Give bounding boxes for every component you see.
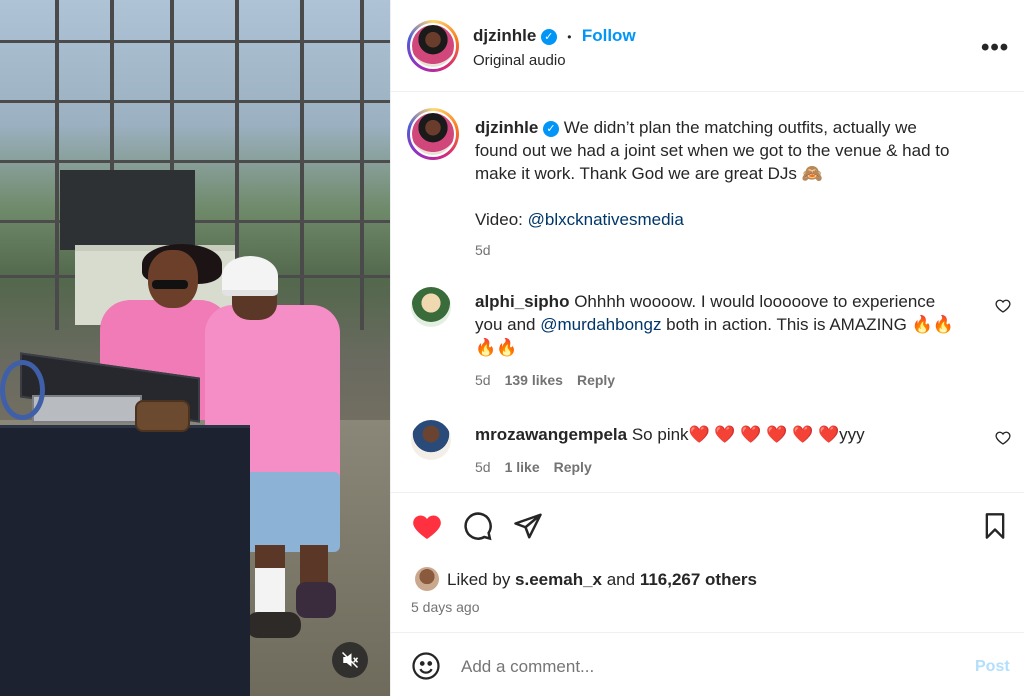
comment-text: 🔥🔥	[475, 338, 518, 357]
comment-item: mrozawangempela So pink❤️ ❤️ ❤️ ❤️ ❤️ ❤️…	[475, 423, 985, 479]
comment-input[interactable]	[461, 653, 941, 681]
commenter-avatar[interactable]	[411, 420, 451, 460]
shoe	[246, 612, 301, 638]
dj-woman-head	[148, 250, 198, 308]
caption: djzinhle ✓ We didn’t plan the matching o…	[475, 116, 1015, 262]
liked-by-user[interactable]: s.eemah_x	[515, 570, 602, 589]
comment-time[interactable]: 5d	[475, 372, 491, 388]
follow-button[interactable]: Follow	[582, 26, 636, 45]
comment-text: both in action. This is AMAZING 🔥🔥	[661, 315, 954, 334]
like-heart-icon[interactable]	[411, 511, 443, 548]
cables	[0, 360, 45, 420]
comment-likes[interactable]: 139 likes	[505, 372, 563, 388]
likes-count[interactable]: 116,267 others	[640, 570, 757, 589]
reply-button[interactable]: Reply	[554, 459, 592, 475]
comment-input-bar: Post	[391, 632, 1024, 696]
mute-button[interactable]	[332, 642, 368, 678]
like-comment-heart-icon[interactable]	[995, 298, 1011, 318]
post-details-panel: djzinhle ✓ • Follow Original audio ••• d…	[390, 0, 1024, 696]
comment-time[interactable]: 5d	[475, 459, 491, 475]
liked-by-mid: and	[602, 570, 640, 589]
comment-mention[interactable]: @murdahbongz	[540, 315, 661, 334]
verified-badge-icon: ✓	[543, 120, 560, 137]
reply-button[interactable]: Reply	[577, 372, 615, 388]
comment-username[interactable]: alphi_sipho	[475, 292, 569, 311]
comment-text: Ohhhh woooow. I would looooove to experi…	[574, 292, 936, 311]
liked-by-prefix: Liked by	[447, 570, 516, 589]
speaker-muted-icon	[341, 651, 359, 669]
emoji-picker-icon[interactable]	[411, 651, 441, 686]
shoe	[296, 582, 336, 618]
comment-item: alphi_sipho Ohhhh woooow. I would looooo…	[475, 290, 985, 392]
caption-text-line: We didn’t plan the matching outfits, act…	[563, 118, 917, 137]
comment-likes[interactable]: 1 like	[505, 459, 540, 475]
post-comment-button[interactable]: Post	[975, 658, 1010, 676]
verified-badge-icon: ✓	[540, 28, 557, 45]
post-actions: Liked by s.eemah_x and 116,267 others 5 …	[391, 492, 1024, 632]
liked-by-summary: Liked by s.eemah_x and 116,267 others	[447, 570, 757, 590]
comment-meta: 5d 139 likes Reply	[475, 369, 985, 392]
caption-username[interactable]: djzinhle	[475, 118, 538, 137]
video-credit-label: Video:	[475, 210, 528, 229]
share-paper-plane-icon[interactable]	[513, 511, 543, 546]
dj-table	[0, 425, 250, 696]
comment-meta: 5d 1 like Reply	[475, 456, 985, 479]
bucket-hat	[222, 256, 278, 296]
comment-text: So pink❤️ ❤️ ❤️ ❤️ ❤️ ❤️yyy	[631, 425, 865, 444]
handbag	[135, 400, 190, 432]
post-header: djzinhle ✓ • Follow Original audio •••	[391, 0, 1024, 92]
leg	[300, 545, 328, 585]
posted-time[interactable]: 5 days ago	[411, 599, 480, 615]
stage-screen	[60, 170, 195, 250]
commenter-avatar[interactable]	[411, 287, 451, 327]
equipment-case	[32, 395, 142, 423]
video-credit-mention[interactable]: @blxcknativesmedia	[528, 210, 684, 229]
comment-bubble-icon[interactable]	[463, 511, 493, 546]
author-username[interactable]: djzinhle	[473, 26, 536, 45]
save-bookmark-icon[interactable]	[981, 511, 1009, 546]
dj-woman-glasses	[152, 280, 188, 289]
caption-text-line: make it work. Thank God we are great DJs…	[475, 164, 823, 183]
caption-text-line: found out we had a joint set when we got…	[475, 141, 950, 160]
comment-username[interactable]: mrozawangempela	[475, 425, 627, 444]
audio-label[interactable]: Original audio	[473, 52, 566, 69]
separator-dot: •	[567, 30, 572, 44]
like-comment-heart-icon[interactable]	[995, 430, 1011, 450]
comment-text: you and	[475, 315, 541, 334]
caption-time[interactable]: 5d	[475, 239, 1015, 262]
liker-avatar[interactable]	[415, 567, 439, 591]
author-avatar[interactable]	[407, 20, 459, 72]
more-options-icon[interactable]: •••	[981, 34, 1009, 62]
caption-author-avatar[interactable]	[407, 108, 459, 160]
post-video[interactable]	[0, 0, 390, 696]
denim-shorts	[245, 472, 340, 552]
